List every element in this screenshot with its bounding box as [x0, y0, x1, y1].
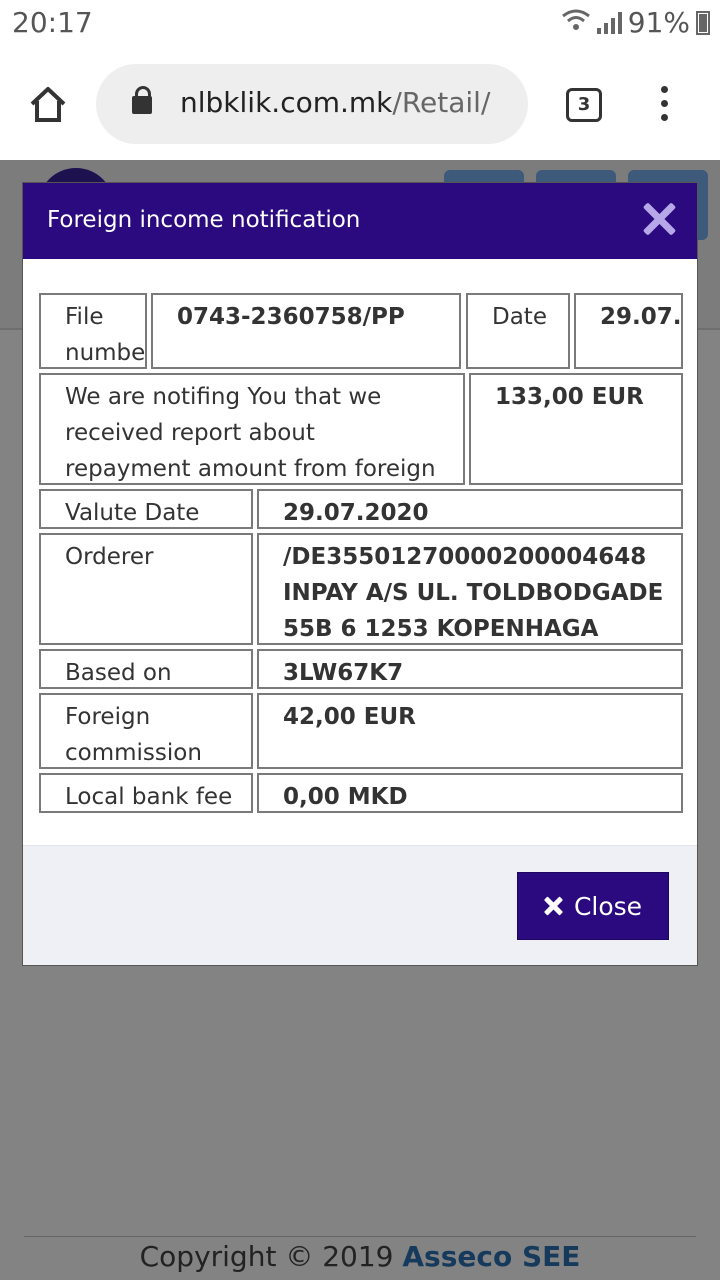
browser-toolbar: nlbklik.com.mk/Retail/ 3	[0, 50, 720, 160]
modal-footer: Close	[23, 845, 697, 965]
battery-icon	[696, 10, 710, 35]
url-domain: nlbklik.com.mk	[180, 86, 393, 119]
tab-switcher-button[interactable]: 3	[566, 88, 602, 122]
close-x-icon	[544, 897, 562, 915]
based-on-value: 3LW67K7	[257, 649, 683, 689]
valute-date-label: Valute Date	[39, 489, 253, 529]
date-value: 29.07.2020	[574, 293, 683, 369]
url-text[interactable]: nlbklik.com.mk/Retail/	[180, 86, 490, 119]
orderer-value: /DE35501270000200004648 INPAY A/S UL. TO…	[257, 533, 683, 645]
home-icon[interactable]	[28, 84, 68, 124]
signal-icon	[596, 11, 622, 34]
status-bar: 20:17 91%	[0, 0, 720, 50]
modal-header: Foreign income notification	[23, 183, 697, 259]
more-menu-icon[interactable]	[656, 86, 672, 126]
foreign-commission-label: Foreign commission	[39, 693, 253, 769]
orderer-label: Orderer	[39, 533, 253, 645]
footer-divider	[24, 1236, 696, 1237]
local-bank-fee-label: Local bank fee	[39, 773, 253, 813]
based-on-label: Based on	[39, 649, 253, 689]
close-icon[interactable]	[639, 199, 679, 239]
close-button-label: Close	[573, 891, 643, 921]
wifi-icon	[561, 8, 591, 38]
local-bank-fee-value: 0,00 MKD	[257, 773, 683, 813]
file-number-label: File number	[39, 293, 147, 369]
file-number-value: 0743-2360758/PP	[151, 293, 461, 369]
amount-value: 133,00 EUR	[469, 373, 683, 485]
modal-body: File number 0743-2360758/PP Date 29.07.2…	[23, 259, 697, 845]
date-label: Date	[466, 293, 570, 369]
notice-text: We are notifing You that we received rep…	[39, 373, 465, 485]
status-time: 20:17	[12, 6, 93, 39]
status-icons: 91%	[561, 6, 710, 39]
footer: Copyright © 2019 Asseco SEE	[0, 1240, 720, 1273]
lock-icon	[132, 86, 152, 114]
battery-level: 91%	[627, 6, 690, 39]
foreign-income-modal: Foreign income notification File number …	[22, 182, 698, 966]
modal-title: Foreign income notification	[47, 207, 361, 233]
address-bar[interactable]: nlbklik.com.mk/Retail/	[96, 64, 528, 144]
brand-link[interactable]: Asseco SEE	[402, 1240, 580, 1273]
url-path: /Retail/	[392, 86, 491, 119]
valute-date-value: 29.07.2020	[257, 489, 683, 529]
foreign-commission-value: 42,00 EUR	[257, 693, 683, 769]
copyright-text: Copyright © 2019	[139, 1240, 394, 1273]
close-button[interactable]: Close	[517, 872, 669, 940]
